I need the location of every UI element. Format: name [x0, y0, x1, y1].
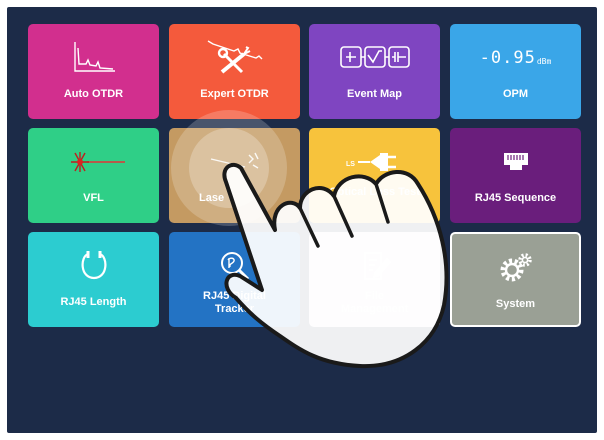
expert-otdr-tile[interactable]: Expert OTDR: [169, 24, 300, 119]
vfl-tile[interactable]: VFL: [28, 128, 159, 223]
rj45-sequence-tile[interactable]: RJ45 Sequence: [450, 128, 581, 223]
gear-icon: [452, 246, 579, 290]
tracker-magnifier-icon: [169, 244, 300, 288]
tile-label: Auto OTDR: [63, 88, 124, 100]
tile-label: System: [495, 298, 536, 310]
rj45-port-icon: [450, 140, 581, 184]
file-edit-icon: [309, 244, 440, 288]
ls-plug-icon: LS: [309, 140, 440, 184]
rj45-length-tile[interactable]: RJ45 Length: [28, 232, 159, 327]
opm-tile[interactable]: -0.95 dBm OPM: [450, 24, 581, 119]
tile-label: OPM: [502, 88, 529, 100]
system-tile[interactable]: System: [450, 232, 581, 327]
main-menu-screen: Auto OTDR Expert OTDR Event Map -0.95 dB…: [7, 7, 597, 433]
tile-label: Event Map: [346, 88, 402, 100]
event-map-tile[interactable]: Event Map: [309, 24, 440, 119]
opm-unit: dBm: [536, 56, 552, 66]
power-meter-icon: -0.95 dBm: [450, 36, 581, 80]
otdr-trace-icon: [28, 36, 159, 80]
tile-label: Optical Loss Test: [329, 186, 420, 198]
file-management-tile[interactable]: File Management: [309, 232, 440, 327]
tile-label: RJ45 Sequence: [474, 192, 557, 204]
tile-label: Expert OTDR: [200, 88, 269, 100]
ls-text: LS: [346, 161, 355, 168]
tile-label: RJ45 Digital Tracker: [203, 290, 266, 315]
laser-source-tile[interactable]: Lase: [169, 128, 300, 223]
tile-label: Lase: [199, 192, 225, 204]
tile-label: RJ45 Length: [60, 296, 127, 308]
event-map-icon: [309, 36, 440, 80]
optical-loss-test-tile[interactable]: LS Optical Loss Test: [309, 128, 440, 223]
auto-otdr-tile[interactable]: Auto OTDR: [28, 24, 159, 119]
rj45-digital-tracker-tile[interactable]: RJ45 Digital Tracker: [169, 232, 300, 327]
opm-reading: -0.95: [479, 48, 536, 68]
tile-label: File Management: [341, 290, 409, 315]
tools-icon: [169, 36, 300, 80]
laser-beam-icon: [28, 140, 159, 184]
laser-source-icon: [169, 140, 300, 184]
cable-loop-icon: [28, 244, 159, 288]
tile-label: VFL: [83, 192, 104, 204]
